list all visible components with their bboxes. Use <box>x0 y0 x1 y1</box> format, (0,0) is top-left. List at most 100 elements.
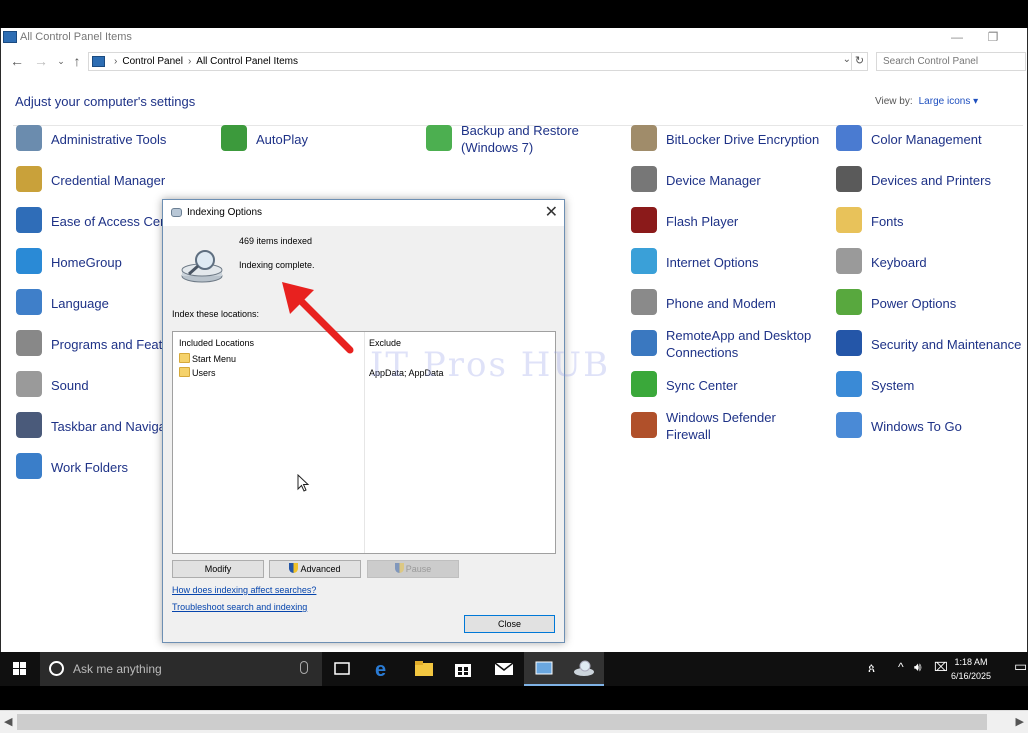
indexing-affect-link[interactable]: How does indexing affect searches? <box>172 585 316 595</box>
indexing-taskbar-button[interactable] <box>564 652 604 686</box>
refresh-icon[interactable]: ↻ <box>851 53 867 70</box>
cortana-placeholder: Ask me anything <box>73 662 162 676</box>
edge-button[interactable]: e <box>364 652 404 686</box>
system-icon <box>836 371 862 397</box>
cp-item-label: Administrative Tools <box>51 132 167 147</box>
cp-item[interactable]: RemoteApp and Desktop Connections <box>631 326 831 362</box>
cp-item[interactable]: Backup and Restore (Windows 7) <box>426 121 626 157</box>
search-input[interactable]: Search Control Panel <box>876 52 1026 71</box>
address-dropdown-icon[interactable]: ⌄ <box>843 54 851 65</box>
cp-item[interactable]: Color Management <box>836 121 1028 157</box>
mail-icon <box>494 662 514 675</box>
location-users[interactable]: Users <box>192 368 216 378</box>
cp-item[interactable]: Device Manager <box>631 162 831 198</box>
mail-button[interactable] <box>484 652 524 686</box>
horizontal-scrollbar[interactable]: ◀ ▶ <box>0 710 1028 733</box>
cp-item[interactable]: Windows To Go <box>836 408 1028 444</box>
advanced-label: Advanced <box>300 564 341 574</box>
cp-item[interactable]: System <box>836 367 1028 403</box>
cp-item-label: Internet Options <box>666 255 759 270</box>
pause-button[interactable]: Pause <box>367 560 459 578</box>
mouse-cursor-icon <box>297 474 310 492</box>
breadcrumb-all-items[interactable]: All Control Panel Items <box>196 56 298 67</box>
column-separator <box>364 332 365 553</box>
cortana-search-box[interactable]: Ask me anything <box>40 652 322 686</box>
control-panel-taskbar-button[interactable] <box>524 652 564 686</box>
store-button[interactable] <box>443 652 483 686</box>
cp-item[interactable]: Phone and Modem <box>631 285 831 321</box>
cp-item-label: Language <box>51 296 109 311</box>
clock-time: 1:18 AM <box>954 657 988 667</box>
cp-item-label: System <box>871 378 915 393</box>
cp-item-label: Phone and Modem <box>666 296 776 311</box>
close-icon[interactable]: ✕ <box>545 202 558 222</box>
indexing-options-dialog: Indexing Options ✕ 469 items indexed Ind… <box>162 199 565 643</box>
minimize-button[interactable]: — <box>939 28 975 48</box>
work-folders-icon <box>16 453 42 479</box>
cp-item[interactable]: AutoPlay <box>221 121 421 157</box>
taskbar: Ask me anything e ጰ ^ 🔊︎ ⌧ ▭ 1:18 AM 6/1… <box>0 652 1028 686</box>
show-hidden-icons-chevron-icon[interactable]: ^ <box>898 660 904 674</box>
cp-item[interactable]: Administrative Tools <box>16 121 216 157</box>
scrollbar-thumb[interactable] <box>17 714 987 730</box>
cp-item[interactable]: Fonts <box>836 203 1028 239</box>
color-management-icon <box>836 125 862 151</box>
address-control-panel-icon <box>92 56 105 67</box>
cp-item[interactable]: Power Options <box>836 285 1028 321</box>
address-bar[interactable]: › Control Panel › All Control Panel Items ⌄… <box>88 52 868 71</box>
people-icon[interactable]: ጰ <box>868 661 875 676</box>
modify-button[interactable]: Modify <box>172 560 264 578</box>
autoplay-icon <box>221 125 247 151</box>
dialog-title-bar: Indexing Options ✕ <box>163 200 564 226</box>
cp-item-label: Sound <box>51 378 89 393</box>
task-view-button[interactable] <box>322 652 362 686</box>
flash-player-icon <box>631 207 657 233</box>
cp-item[interactable]: Sync Center <box>631 367 831 403</box>
cp-item-label: AutoPlay <box>256 132 309 147</box>
breadcrumb: › Control Panel › All Control Panel Items <box>114 56 298 67</box>
control-panel-icon <box>3 31 17 43</box>
indexing-status: Indexing complete. <box>239 260 315 270</box>
up-arrow-icon[interactable]: ↑ <box>69 52 85 70</box>
view-by-label: View by: <box>875 96 913 107</box>
cp-item[interactable]: Internet Options <box>631 244 831 280</box>
cp-item-label: Sync Center <box>666 378 738 393</box>
cp-item[interactable]: BitLocker Drive Encryption <box>631 121 831 157</box>
store-bag-icon <box>455 664 471 677</box>
back-arrow-icon[interactable]: ← <box>9 52 25 70</box>
notifications-icon[interactable]: ▭ <box>1014 658 1027 675</box>
recent-chevron-icon[interactable]: ⌄ <box>53 52 69 70</box>
taskbar-navigation-icon <box>16 412 42 438</box>
cp-item[interactable]: Security and Maintenance <box>836 326 1028 362</box>
cp-item-label: Devices and Printers <box>871 173 991 188</box>
scroll-left-arrow-icon[interactable]: ◀ <box>4 715 12 728</box>
pause-label: Pause <box>405 564 432 574</box>
cp-item-label: Color Management <box>871 132 982 147</box>
bitlocker-icon <box>631 125 657 151</box>
volume-icon[interactable]: 🔊︎ <box>914 660 922 675</box>
cp-item[interactable]: Keyboard <box>836 244 1028 280</box>
index-locations-label: Index these locations: <box>172 309 260 319</box>
red-arrow-annotation <box>282 282 354 354</box>
microphone-icon[interactable] <box>300 661 308 674</box>
advanced-button[interactable]: Advanced <box>269 560 361 578</box>
file-explorer-button[interactable] <box>404 652 444 686</box>
view-by-dropdown[interactable]: Large icons ▾ <box>919 96 979 107</box>
troubleshoot-link[interactable]: Troubleshoot search and indexing <box>172 602 307 612</box>
devices-printers-icon <box>836 166 862 192</box>
start-button[interactable] <box>0 652 40 686</box>
forward-arrow-icon[interactable]: → <box>33 52 49 70</box>
cp-item[interactable]: Credential Manager <box>16 162 216 198</box>
watermark: IT Pros HUB <box>370 345 611 385</box>
breadcrumb-control-panel[interactable]: Control Panel <box>122 56 183 67</box>
svg-text:e: e <box>375 659 386 681</box>
cp-item[interactable]: Windows Defender Firewall <box>631 408 831 444</box>
location-start-menu[interactable]: Start Menu <box>192 354 236 364</box>
cp-item[interactable]: Devices and Printers <box>836 162 1028 198</box>
scroll-right-arrow-icon[interactable]: ▶ <box>1016 715 1024 728</box>
close-button[interactable]: Close <box>464 615 555 633</box>
cp-item-label: Power Options <box>871 296 957 311</box>
cp-item[interactable]: Flash Player <box>631 203 831 239</box>
restore-button[interactable]: ❐ <box>975 28 1011 48</box>
clock[interactable]: 1:18 AM 6/16/2025 <box>946 655 996 683</box>
